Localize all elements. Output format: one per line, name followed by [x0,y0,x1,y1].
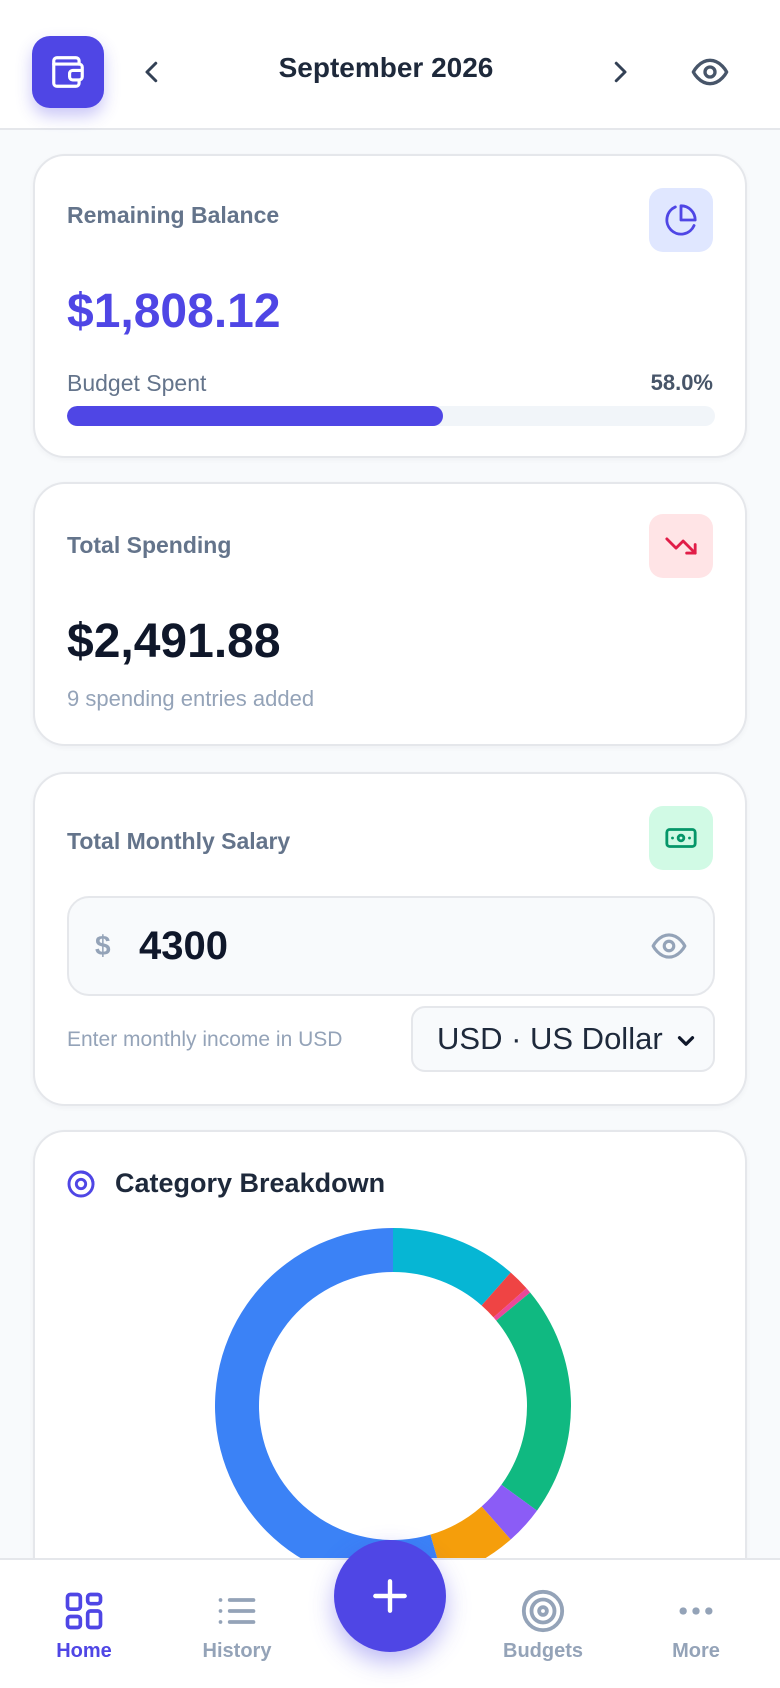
balance-value: $1,808.12 [67,285,281,338]
pie-chart-icon [649,188,713,252]
list-icon [215,1588,259,1634]
nav-home[interactable]: Home [24,1588,144,1678]
card-label: Total Monthly Salary [67,828,291,854]
remaining-balance-card: Remaining Balance $1,808.12 Budget Spent… [33,154,747,458]
add-entry-button[interactable] [334,1540,446,1652]
nav-label: More [672,1640,720,1662]
more-icon [674,1588,718,1634]
plus-icon [373,1579,407,1613]
nav-label: Home [56,1640,112,1662]
budget-spent-percent: 58.0% [650,370,713,395]
chevron-down-icon [677,1036,695,1046]
next-month-button[interactable] [596,48,644,96]
target-icon [520,1588,566,1634]
budget-progress-bar [67,406,715,426]
month-title: September 2026 [278,52,494,83]
card-label: Total Spending [67,532,232,558]
app-header: September 2026 [0,0,780,130]
salary-hint: Enter monthly income in USD [67,1028,343,1051]
total-spending-card: Total Spending $2,491.88 9 spending entr… [33,482,747,746]
monthly-salary-card: Total Monthly Salary $ Enter monthly inc… [33,772,747,1106]
budget-progress-fill [67,406,443,426]
chevron-left-icon [145,61,158,83]
currency-symbol: $ [95,930,111,961]
card-label: Remaining Balance [67,202,280,228]
breakdown-title: Category Breakdown [115,1168,386,1198]
salary-input-wrapper: $ [67,896,715,996]
donut-slice-6[interactable] [215,1228,443,1584]
eye-icon [691,58,729,86]
nav-budgets[interactable]: Budgets [483,1588,603,1678]
chevron-right-icon [614,61,627,83]
nav-history[interactable]: History [177,1588,297,1678]
grid-icon [62,1588,106,1634]
salary-input[interactable] [139,920,599,972]
donut-slice-3[interactable] [496,1292,571,1511]
nav-label: Budgets [503,1640,583,1662]
banknote-icon [649,806,713,870]
spending-entries-count: 9 spending entries added [67,686,315,711]
donut-icon [67,1170,95,1198]
currency-select-value: USD · US Dollar [437,1021,663,1056]
salary-visibility-toggle[interactable] [647,924,691,968]
budget-spent-label: Budget Spent [67,370,207,396]
nav-more[interactable]: More [636,1588,756,1678]
nav-label: History [202,1640,272,1662]
total-spending-value: $2,491.88 [67,615,281,668]
eye-icon [651,933,687,959]
toggle-visibility-button[interactable] [684,46,736,98]
category-donut-chart [215,1228,571,1584]
previous-month-button[interactable] [128,48,176,96]
currency-select[interactable]: USD · US Dollar [411,1006,715,1072]
trending-down-icon [649,514,713,578]
wallet-icon[interactable] [32,36,104,108]
